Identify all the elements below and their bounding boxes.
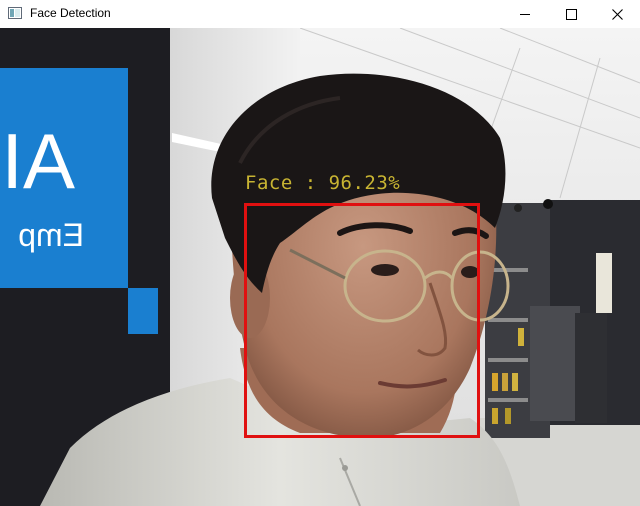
face-detection-window: Face Detection AI Emp Face: 96.23% xyxy=(0,0,640,506)
face-detection-box xyxy=(244,203,480,438)
camera-view: AI Emp Face: 96.23% xyxy=(0,28,640,506)
minimize-icon xyxy=(520,13,530,15)
sign-large-text: AI xyxy=(1,117,75,205)
maximize-icon xyxy=(565,8,577,20)
app-window-icon xyxy=(8,7,22,19)
window-title: Face Detection xyxy=(30,6,111,20)
minimize-button[interactable] xyxy=(502,0,548,28)
title-bar[interactable]: Face Detection xyxy=(0,0,640,28)
close-icon xyxy=(611,8,623,20)
sign-small-text: Emp xyxy=(18,217,84,253)
maximize-button[interactable] xyxy=(548,0,594,28)
close-button[interactable] xyxy=(594,0,640,28)
face-detection-label: Face : 96.23% xyxy=(245,172,401,194)
